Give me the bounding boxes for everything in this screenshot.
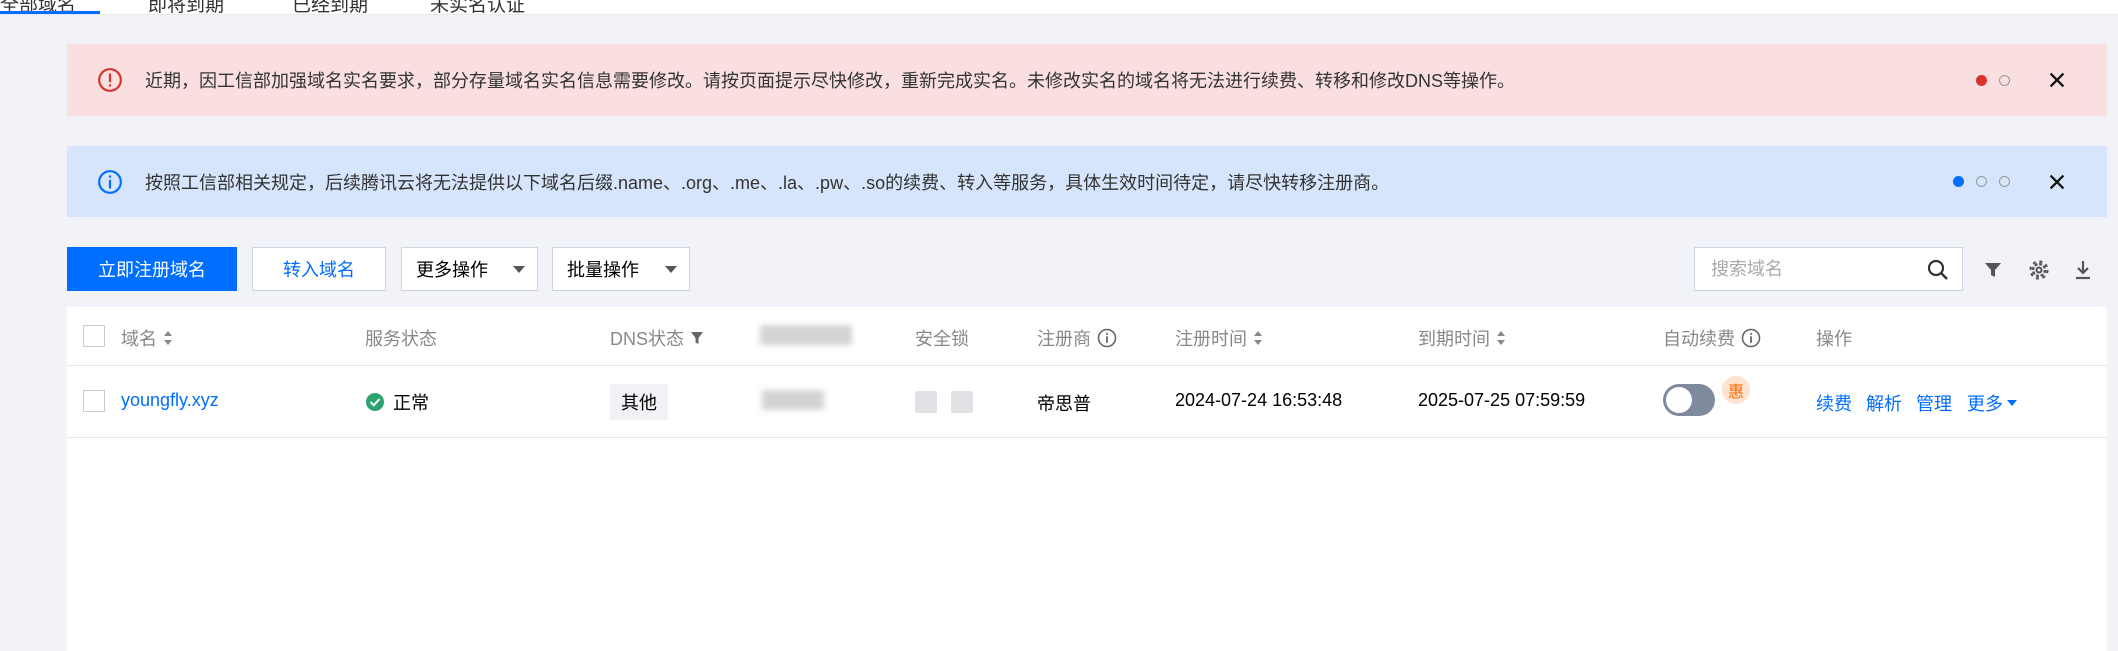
- column-header-label: 域名: [121, 329, 157, 349]
- active-tab-indicator: [0, 11, 100, 14]
- resolve-link[interactable]: 解析: [1866, 390, 1902, 416]
- more-actions-dropdown[interactable]: 更多操作: [401, 247, 538, 291]
- alert-message: 近期，因工信部加强域名实名要求，部分存量域名实名信息需要修改。请按页面提示尽快修…: [145, 71, 1515, 91]
- info-circle-icon: [98, 169, 122, 194]
- lock-icon: [915, 391, 937, 413]
- select-all-checkbox[interactable]: [83, 325, 105, 347]
- column-header-register-time[interactable]: 注册时间: [1175, 325, 1263, 351]
- search-icon[interactable]: [1926, 258, 1950, 282]
- download-icon[interactable]: [2071, 258, 2095, 282]
- table-header: 域名 服务状态 DNS状态 安全锁 注册商 注册时间 到期时间 自动续费 操作: [67, 307, 2107, 366]
- caret-down-icon: [2007, 400, 2017, 406]
- sort-icon[interactable]: [1253, 330, 1263, 346]
- column-header-service-status: 服务状态: [365, 329, 437, 349]
- manage-link[interactable]: 管理: [1916, 390, 1952, 416]
- column-header-label: 注册时间: [1175, 329, 1247, 349]
- search-input[interactable]: [1709, 258, 1913, 281]
- more-actions-link[interactable]: 更多: [1967, 390, 2018, 416]
- service-status-cell: 正常: [365, 389, 429, 415]
- close-icon[interactable]: [2046, 69, 2068, 91]
- batch-actions-dropdown[interactable]: 批量操作: [552, 247, 690, 291]
- pager-dot[interactable]: [1999, 176, 2010, 187]
- column-header-label: 到期时间: [1418, 329, 1490, 349]
- top-tab-bar: 全部域名 即将到期 已经到期 未实名认证: [0, 0, 2118, 15]
- column-header-label: 注册商: [1037, 329, 1091, 349]
- toggle-knob: [1666, 387, 1692, 413]
- info-circle-icon[interactable]: [1741, 328, 1761, 348]
- refresh-lock-icon: [951, 391, 973, 413]
- pager-dot-active[interactable]: [1976, 74, 1987, 86]
- blurred-column-header: [760, 325, 852, 345]
- domain-name-link[interactable]: youngfly.xyz: [121, 390, 219, 411]
- gear-icon[interactable]: [2027, 258, 2051, 282]
- promo-badge: 惠: [1722, 376, 1750, 404]
- alert-message: 按照工信部相关规定，后续腾讯云将无法提供以下域名后缀.name、.org、.me…: [145, 172, 1390, 193]
- column-header-label: DNS状态: [610, 329, 685, 349]
- renew-link[interactable]: 续费: [1816, 390, 1852, 416]
- registrar-cell: 帝思普: [1037, 394, 1091, 414]
- chevron-down-icon: [665, 266, 677, 273]
- register-domain-button[interactable]: 立即注册域名: [67, 247, 237, 291]
- more-actions-label: 更多操作: [416, 260, 488, 280]
- blurred-cell: [762, 390, 824, 410]
- check-circle-icon: [366, 393, 384, 411]
- column-header-domain[interactable]: 域名: [121, 325, 173, 351]
- column-header-security-lock: 安全锁: [915, 329, 969, 349]
- filter-icon[interactable]: [1981, 258, 2005, 282]
- tab-expired[interactable]: 已经到期: [292, 0, 368, 14]
- chevron-down-icon: [513, 266, 525, 273]
- batch-actions-label: 批量操作: [567, 260, 639, 280]
- column-header-dns-status: DNS状态: [610, 325, 704, 351]
- column-header-expire-time[interactable]: 到期时间: [1418, 325, 1506, 351]
- domain-table: 域名 服务状态 DNS状态 安全锁 注册商 注册时间 到期时间 自动续费 操作: [67, 307, 2107, 651]
- alert-pager: [1953, 176, 2010, 187]
- register-time-cell: 2024-07-24 16:53:48: [1175, 390, 1343, 410]
- domain-search-box: [1694, 247, 1963, 291]
- tab-expiring-soon[interactable]: 即将到期: [148, 0, 224, 14]
- alert-pager: [1976, 74, 2010, 86]
- sort-icon[interactable]: [163, 330, 173, 346]
- info-circle-icon[interactable]: [1097, 328, 1117, 348]
- expire-time-cell: 2025-07-25 07:59:59: [1418, 390, 1586, 410]
- dns-status-tag: 其他: [610, 384, 668, 420]
- realname-warning-alert: 近期，因工信部加强域名实名要求，部分存量域名实名信息需要修改。请按页面提示尽快修…: [67, 44, 2107, 116]
- pager-dot[interactable]: [1999, 74, 2010, 86]
- suffix-notice-alert: 按照工信部相关规定，后续腾讯云将无法提供以下域名后缀.name、.org、.me…: [67, 146, 2107, 217]
- pager-dot-active[interactable]: [1953, 176, 1964, 187]
- service-status-text: 正常: [393, 393, 429, 413]
- pager-dot[interactable]: [1976, 176, 1987, 187]
- table-row: youngfly.xyz 正常 其他 帝思普 2024-07-24 16:53:…: [67, 366, 2107, 438]
- filter-icon[interactable]: [690, 330, 704, 346]
- row-checkbox[interactable]: [83, 390, 105, 412]
- tab-unverified[interactable]: 未实名认证: [430, 0, 525, 14]
- sort-icon[interactable]: [1496, 330, 1506, 346]
- transfer-domain-button[interactable]: 转入域名: [252, 247, 386, 291]
- exclamation-circle-icon: [98, 68, 122, 92]
- column-header-label: 自动续费: [1663, 329, 1735, 349]
- column-header-actions: 操作: [1816, 329, 1852, 349]
- more-label: 更多: [1967, 394, 2003, 414]
- column-header-auto-renew: 自动续费: [1663, 325, 1761, 351]
- column-header-registrar: 注册商: [1037, 325, 1117, 351]
- close-icon[interactable]: [2046, 171, 2068, 193]
- auto-renew-toggle[interactable]: [1663, 384, 1715, 416]
